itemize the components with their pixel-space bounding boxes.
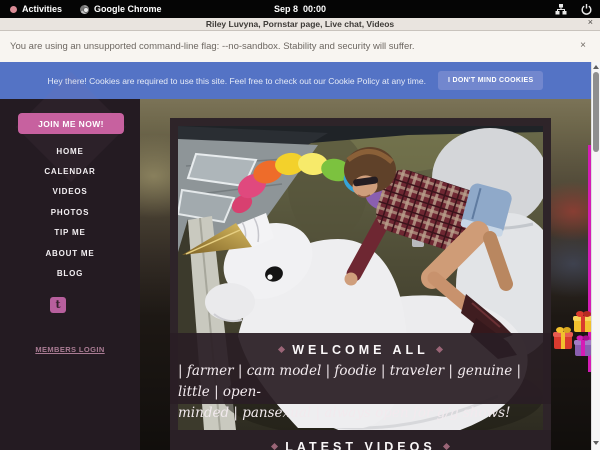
welcome-description: | farmer | cam model | foodie | traveler… [178,361,544,424]
chrome-infobar: You are using an unsupported command-lin… [0,31,600,62]
latest-videos-section: LATEST VIDEOS [170,430,551,450]
screen: Activities Google Chrome Sep 8 00:00 Ril… [0,0,600,450]
latest-videos-heading-text: LATEST VIDEOS [285,440,435,450]
cookie-accept-button[interactable]: I DON'T MIND COOKIES [438,71,543,90]
welcome-heading: WELCOME ALL [170,343,551,357]
clock[interactable]: Sep 8 00:00 [0,4,600,14]
infobar-message: You are using an unsupported command-lin… [10,41,415,52]
power-icon[interactable] [581,4,592,15]
welcome-description-line2: minded | pansexual | always open for g/g… [178,403,544,424]
sparkle-icon [278,346,285,353]
scrollbar-up-arrow-icon[interactable] [593,65,599,69]
sidebar-item-blog[interactable]: BLOG [0,269,140,281]
sidebar-item-calendar[interactable]: CALENDAR [0,167,140,179]
welcome-section: WELCOME ALL | farmer | cam model | foodi… [170,333,551,404]
sidebar-item-about-me[interactable]: ABOUT ME [0,249,140,261]
welcome-heading-text: WELCOME ALL [292,343,429,357]
latest-videos-heading: LATEST VIDEOS [170,440,551,450]
red-bow-gift-icon [573,311,593,332]
scrollbar-down-arrow-icon[interactable] [593,441,599,445]
scrollbar-thumb[interactable] [593,72,599,152]
gift-icons [552,306,594,366]
join-me-now-button[interactable]: JOIN ME NOW! [18,113,124,134]
sidebar-item-home[interactable]: HOME [0,147,140,159]
twitter-icon[interactable]: t [50,297,66,313]
window-close-icon[interactable]: × [588,17,593,27]
sparkle-icon [271,443,278,450]
window-titlebar[interactable]: Riley Luvyna, Pornstar page, Live chat, … [0,18,600,31]
sidebar-item-tip-me[interactable]: TIP ME [0,228,140,240]
red-gift-icon [553,327,573,349]
window-title: Riley Luvyna, Pornstar page, Live chat, … [206,19,394,29]
cookie-message: Hey there! Cookies are required to use t… [48,76,426,86]
purple-gift-icon [574,335,592,356]
gnome-top-bar: Activities Google Chrome Sep 8 00:00 [0,0,600,18]
sparkle-icon [443,443,450,450]
sparkle-icon [436,346,443,353]
welcome-description-line1: | farmer | cam model | foodie | traveler… [178,361,544,403]
system-tray [555,0,592,18]
infobar-close-icon[interactable]: × [580,40,586,51]
sidebar-item-videos[interactable]: VIDEOS [0,187,140,199]
sidebar-item-photos[interactable]: PHOTOS [0,208,140,220]
network-icon[interactable] [555,4,567,15]
members-login-link[interactable]: MEMBERS LOGIN [0,345,140,354]
